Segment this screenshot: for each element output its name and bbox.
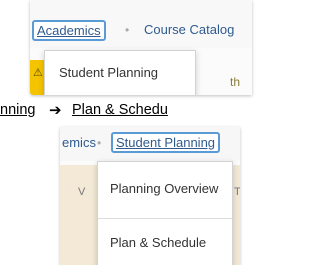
background-text-fragment: V [78,186,86,198]
banner-text-fragment: th [230,75,241,89]
academics-dropdown-menu: Student Planning [44,50,196,95]
menu-item-planning-overview[interactable]: Planning Overview [110,181,218,196]
screenshot-panel-1: Academics • Course Catalog ⚠ th Student … [30,0,252,95]
breadcrumb-separator: • [125,23,130,37]
breadcrumb-student-planning[interactable]: Student Planning [111,132,221,153]
menu-item-plan-and-schedule[interactable]: Plan & Schedule [110,235,206,250]
menu-divider [98,218,232,219]
breadcrumb-separator: • [97,136,102,150]
breadcrumb-academics[interactable]: emics [62,135,96,150]
instruction-step-student-planning: nning [0,102,36,118]
screenshot-panel-2: emics • Student Planning V T Planning Ov… [60,127,240,265]
background-text-fragment: T [234,186,240,198]
warning-triangle-icon: ⚠ [33,67,43,79]
instruction-step-plan-schedule: Plan & Schedu [72,102,168,118]
menu-item-student-planning[interactable]: Student Planning [59,65,158,80]
breadcrumb-course-catalog[interactable]: Course Catalog [144,22,234,37]
navigation-instruction: nning ➔ Plan & Schedu [0,100,252,124]
student-planning-dropdown-menu: Planning Overview Plan & Schedule [97,161,233,265]
breadcrumb-academics[interactable]: Academics [32,20,106,41]
right-arrow-icon: ➔ [49,102,62,119]
